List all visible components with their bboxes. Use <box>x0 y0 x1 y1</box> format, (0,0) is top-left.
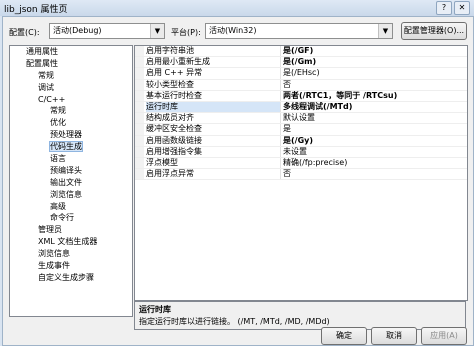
property-row[interactable]: 启用增强指令集 未设置 <box>135 146 467 158</box>
property-row[interactable]: 启用浮点异常否 <box>135 169 467 181</box>
apply-button[interactable]: 应用(A) <box>421 327 467 345</box>
config-select-value: 活动(Debug) <box>53 26 102 35</box>
property-row[interactable]: 启用最小重新生成 是(/Gm) <box>135 57 467 69</box>
property-row[interactable]: 较小类型检查否 <box>135 79 467 91</box>
property-row[interactable]: 启用 C++ 异常 是(/EHsc) <box>135 68 467 80</box>
ok-button[interactable]: 确定 <box>321 327 367 345</box>
chevron-down-icon[interactable]: ▼ <box>150 24 164 38</box>
tree-node[interactable]: 调试 <box>10 82 132 94</box>
tree-node[interactable]: 输出文件 <box>10 177 132 189</box>
description-title: 运行时库 <box>139 305 171 314</box>
tree-node[interactable]: 自定义生成步骤 <box>10 272 132 284</box>
tree-node[interactable]: 浏览信息 <box>10 189 132 201</box>
cancel-button[interactable]: 取消 <box>371 327 417 345</box>
platform-label: 平台(P): <box>171 28 201 37</box>
tree-node[interactable]: 预编译头 <box>10 165 132 177</box>
tree-node[interactable]: 优化 <box>10 117 132 129</box>
tree-node[interactable]: 配置属性 <box>10 58 132 70</box>
property-row-selected[interactable]: 运行时库 多线程调试(/MTd) <box>135 101 467 114</box>
tree-node[interactable]: 常规 <box>10 70 132 82</box>
tree-node-selected[interactable]: 代码生成 <box>10 141 132 153</box>
property-row[interactable]: 缓冲区安全检查是 <box>135 124 467 136</box>
config-row: 配置(C): 活动(Debug) ▼ 平台(P): 活动(Win32) ▼ 配置… <box>9 22 467 43</box>
description-text: 指定运行时库以进行链接。 (/MT, /MTd, /MD, /MDd) <box>139 317 330 326</box>
platform-select-value: 活动(Win32) <box>209 26 257 35</box>
title-bar: lib_json 属性页 ? ✕ <box>0 0 474 16</box>
config-select[interactable]: 活动(Debug) ▼ <box>49 23 165 39</box>
property-row[interactable]: 启用字符串池 是(/GF) <box>135 46 467 58</box>
tree-node[interactable]: 预处理器 <box>10 129 132 141</box>
property-row[interactable]: 结构成员对齐 默认设置 <box>135 113 467 125</box>
tree-node[interactable]: 浏览信息 <box>10 248 132 260</box>
platform-select[interactable]: 活动(Win32) ▼ <box>205 23 393 39</box>
config-manager-button[interactable]: 配置管理器(O)... <box>401 22 467 40</box>
dialog-content: 配置(C): 活动(Debug) ▼ 平台(P): 活动(Win32) ▼ 配置… <box>2 16 474 346</box>
property-grid: 启用字符串池 是(/GF) 启用最小重新生成 是(/Gm) 启用 C++ 异常 是(/… <box>134 45 468 301</box>
property-row[interactable]: 浮点模型 精确(/fp:precise) <box>135 157 467 170</box>
tree-node[interactable]: XML 文档生成器 <box>10 236 132 248</box>
property-row[interactable]: 基本运行时检查 两者(/RTC1，等同于 /RTCsu) <box>135 90 467 102</box>
property-row[interactable]: 启用函数级链接 是(/Gy) <box>135 135 467 147</box>
window-controls: ? ✕ <box>436 1 470 15</box>
dialog-buttons: 确定 取消 应用(A) <box>3 327 473 345</box>
tree-node[interactable]: C/C++ <box>10 94 132 106</box>
help-icon[interactable]: ? <box>436 1 452 15</box>
tree-node[interactable]: 通用属性 <box>10 46 132 58</box>
tree-node[interactable]: 语言 <box>10 153 132 165</box>
window-title: lib_json 属性页 <box>4 5 68 15</box>
tree-node[interactable]: 常规 <box>10 105 132 117</box>
property-description: 运行时库 指定运行时库以进行链接。 (/MT, /MTd, /MD, /MDd) <box>134 301 466 330</box>
config-label: 配置(C): <box>9 28 40 37</box>
tree-node[interactable]: 管理员 <box>10 224 132 236</box>
chevron-down-icon[interactable]: ▼ <box>378 24 392 38</box>
tree-node[interactable]: 命令行 <box>10 212 132 224</box>
tree-node[interactable]: 高级 <box>10 201 132 213</box>
close-icon[interactable]: ✕ <box>454 1 470 15</box>
property-tree: 通用属性 配置属性 常规 调试 C/C++ 常规 优化 预处理器 代码生成 语言… <box>9 45 133 317</box>
tree-node[interactable]: 生成事件 <box>10 260 132 272</box>
